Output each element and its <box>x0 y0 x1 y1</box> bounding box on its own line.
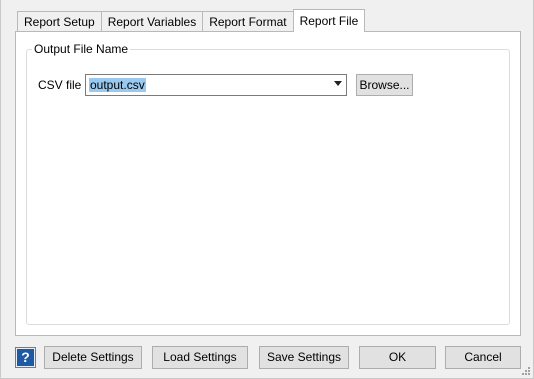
csv-file-label: CSV file <box>38 78 82 92</box>
csv-file-value[interactable]: output.csv <box>89 78 146 92</box>
tab-panel-report-file: Output File Name CSV file output.csv Bro… <box>15 31 521 336</box>
help-question-icon: ? <box>17 349 34 366</box>
group-title: Output File Name <box>32 41 131 57</box>
chevron-down-icon[interactable] <box>334 81 342 86</box>
tab-strip: Report Setup Report Variables Report For… <box>17 9 366 32</box>
tab-report-format[interactable]: Report Format <box>202 11 294 32</box>
load-settings-button[interactable]: Load Settings <box>152 346 248 369</box>
save-settings-button[interactable]: Save Settings <box>259 346 349 369</box>
report-dialog: Report Setup Report Variables Report For… <box>0 0 534 379</box>
output-file-group: Output File Name CSV file output.csv Bro… <box>26 41 510 325</box>
tab-report-setup[interactable]: Report Setup <box>17 11 102 32</box>
browse-button[interactable]: Browse... <box>356 74 413 96</box>
cancel-button[interactable]: Cancel <box>445 346 521 369</box>
ok-button[interactable]: OK <box>359 346 436 369</box>
resize-grip-icon[interactable] <box>520 365 530 375</box>
tab-report-variables[interactable]: Report Variables <box>100 11 204 32</box>
help-button[interactable]: ? <box>15 347 36 368</box>
delete-settings-button[interactable]: Delete Settings <box>44 346 142 369</box>
csv-file-combobox[interactable]: output.csv <box>85 74 347 96</box>
tab-report-file[interactable]: Report File <box>292 9 366 32</box>
